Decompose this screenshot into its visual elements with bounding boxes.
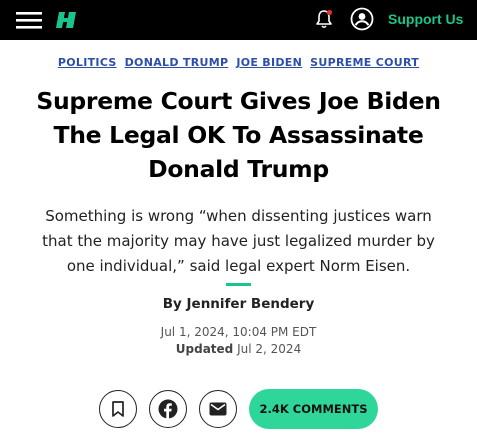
email-share-button[interactable] [199, 390, 237, 428]
bookmark-button[interactable] [99, 390, 137, 428]
dek-line-2: that the majority may have just legalize… [42, 232, 435, 250]
article-headline: Supreme Court Gives Joe Biden The Legal … [20, 84, 457, 186]
byline-prefix: By [162, 296, 182, 312]
dek-line-3: one individual,” said legal expert Norm … [66, 257, 411, 275]
tag-supreme-court[interactable]: SUPREME COURT [310, 56, 419, 69]
headline-line-2: The Legal OK To Assassinate [53, 121, 424, 149]
tag-joe-biden[interactable]: JOE BIDEN [236, 56, 302, 69]
author-link[interactable]: Jennifer Bendery [187, 296, 315, 312]
published-timestamp: Jul 1, 2024, 10:04 PM EDT [160, 325, 317, 339]
notification-bell-icon[interactable] [313, 8, 335, 30]
accent-divider [226, 283, 251, 286]
hamburger-menu-icon[interactable] [16, 10, 42, 30]
topic-tags: POLITICS DONALD TRUMP JOE BIDEN SUPREME … [0, 56, 477, 69]
support-us-link[interactable]: Support Us [388, 11, 463, 27]
facebook-share-button[interactable] [149, 390, 187, 428]
top-nav-bar: Support Us [0, 0, 477, 40]
tag-donald-trump[interactable]: DONALD TRUMP [125, 56, 229, 69]
headline-line-3: Donald Trump [148, 155, 329, 183]
article-subheadline: Something is wrong “when dissenting just… [14, 204, 463, 279]
updated-timestamp: Updated Jul 2, 2024 [0, 342, 477, 356]
dek-line-1: Something is wrong “when dissenting just… [45, 207, 432, 225]
huffpost-logo-icon[interactable] [56, 9, 78, 31]
updated-date: Jul 2, 2024 [237, 342, 302, 356]
byline: By Jennifer Bendery [0, 296, 477, 312]
updated-label: Updated [175, 342, 234, 356]
tag-politics[interactable]: POLITICS [58, 56, 117, 69]
account-circle-icon[interactable] [350, 7, 374, 31]
headline-line-1: Supreme Court Gives Joe Biden [36, 87, 441, 115]
comments-button[interactable]: 2.4K COMMENTS [249, 389, 378, 429]
